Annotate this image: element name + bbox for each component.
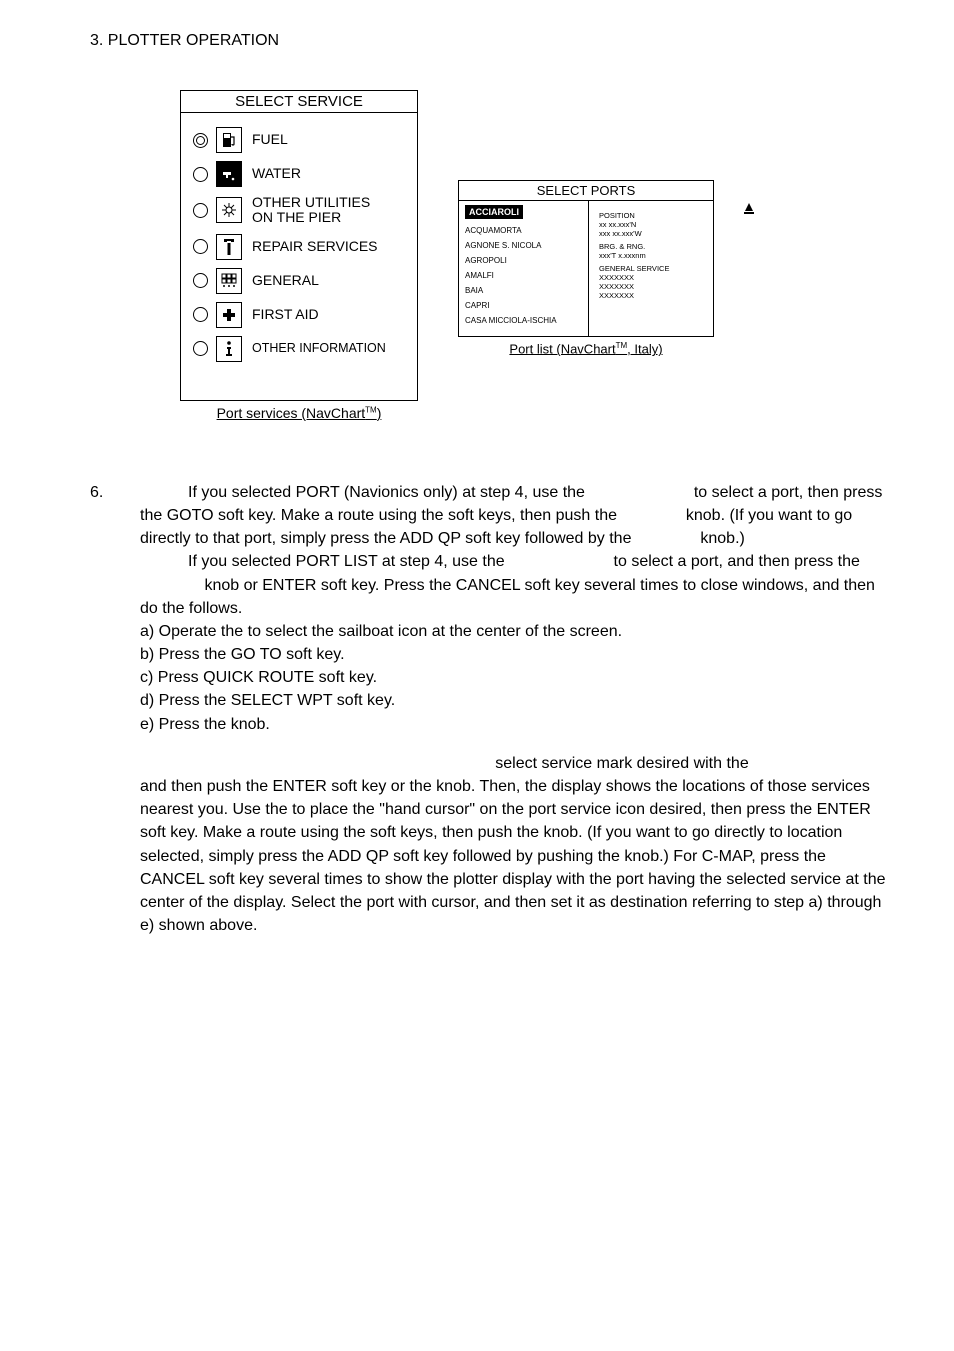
body-text: 6. If you selected PORT (Navionics only)…	[90, 481, 894, 938]
select-ports-caption: Port list (NavChartTM, Italy)	[458, 341, 714, 356]
text: select service mark desired with the	[495, 755, 748, 772]
port-item-selected[interactable]: ACCIAROLI	[465, 205, 523, 219]
text: knob.)	[696, 530, 745, 547]
port-item[interactable]: BAIA	[465, 283, 582, 298]
service-label: REPAIR SERVICES	[252, 239, 378, 254]
service-row-fuel[interactable]: FUEL	[193, 127, 405, 153]
service-header: GENERAL SERVICE	[599, 264, 707, 273]
brg-line: xxx'T x.xxxnm	[599, 251, 707, 260]
radio-icon	[193, 341, 208, 356]
port-item[interactable]: AMALFI	[465, 268, 582, 283]
port-item[interactable]: CAPRI	[465, 298, 582, 313]
info-icon	[216, 336, 242, 362]
select-service-figure: SELECT SERVICE FUEL WATE	[180, 90, 418, 421]
service-label: FIRST AID	[252, 307, 319, 322]
substep-e: e) Press the knob.	[140, 713, 894, 736]
service-row-utilities[interactable]: OTHER UTILITIES ON THE PIER	[193, 195, 405, 226]
service-label: WATER	[252, 166, 301, 181]
service-line: XXXXXXX	[599, 273, 707, 282]
brg-header: BRG. & RNG.	[599, 242, 707, 251]
text: If you selected PORT LIST at step 4, use…	[188, 553, 509, 570]
ports-list: ACCIAROLI ACQUAMORTA AGNONE S. NICOLA AG…	[459, 201, 589, 336]
substep-b: b) Press the GO TO soft key.	[140, 643, 894, 666]
service-row-repair[interactable]: REPAIR SERVICES	[193, 234, 405, 260]
port-item[interactable]: AGROPOLI	[465, 253, 582, 268]
radio-selected-icon	[193, 133, 208, 148]
port-item[interactable]: AGNONE S. NICOLA	[465, 238, 582, 253]
substep-c: c) Press QUICK ROUTE soft key.	[140, 666, 894, 689]
service-row-water[interactable]: WATER	[193, 161, 405, 187]
service-row-other-info[interactable]: OTHER INFORMATION	[193, 336, 405, 362]
service-label: OTHER UTILITIES ON THE PIER	[252, 195, 370, 226]
select-service-title: SELECT SERVICE	[181, 91, 417, 113]
radio-icon	[193, 273, 208, 288]
service-line: XXXXXXX	[599, 282, 707, 291]
ports-info: POSITION xx xx.xxx'N xxx xx.xxx'W BRG. &…	[589, 201, 713, 336]
position-line: xxx xx.xxx'W	[599, 229, 707, 238]
fuel-pump-icon	[216, 127, 242, 153]
service-label: GENERAL	[252, 273, 319, 288]
step-number: 6.	[90, 481, 140, 551]
sailboat-icon	[742, 202, 756, 216]
step-6: 6. If you selected PORT (Navionics only)…	[90, 481, 894, 551]
service-line: XXXXXXX	[599, 291, 707, 300]
port-item[interactable]: ACQUAMORTA	[465, 223, 582, 238]
radio-icon	[193, 307, 208, 322]
text: knob or ENTER soft key. Press the CANCEL…	[140, 577, 875, 617]
water-tap-icon	[216, 161, 242, 187]
grid-icon	[216, 268, 242, 294]
select-ports-figure: SELECT PORTS ACCIAROLI ACQUAMORTA AGNONE…	[458, 180, 714, 356]
service-label: OTHER INFORMATION	[252, 342, 386, 356]
text: and then push the ENTER soft key or the …	[140, 778, 886, 934]
radio-icon	[193, 203, 208, 218]
service-row-firstaid[interactable]: FIRST AID	[193, 302, 405, 328]
radio-icon	[193, 167, 208, 182]
radio-icon	[193, 239, 208, 254]
select-service-caption: Port services (NavChartTM)	[180, 405, 418, 421]
position-line: xx xx.xxx'N	[599, 220, 707, 229]
select-service-panel: SELECT SERVICE FUEL WATE	[180, 90, 418, 401]
service-label: FUEL	[252, 132, 288, 147]
figures-row: SELECT SERVICE FUEL WATE	[180, 90, 894, 421]
substep-d: d) Press the SELECT WPT soft key.	[140, 689, 894, 712]
text: If you selected PORT (Navionics only) at…	[188, 484, 589, 501]
service-row-general[interactable]: GENERAL	[193, 268, 405, 294]
port-item[interactable]: CASA MICCIOLA-ISCHIA	[465, 313, 582, 328]
first-aid-cross-icon	[216, 302, 242, 328]
text: to select a port, and then press the	[609, 553, 860, 570]
select-ports-title: SELECT PORTS	[459, 181, 713, 201]
substep-a: a) Operate the to select the sailboat ic…	[140, 620, 894, 643]
select-ports-panel: SELECT PORTS ACCIAROLI ACQUAMORTA AGNONE…	[458, 180, 714, 337]
position-header: POSITION	[599, 211, 707, 220]
page-header: 3. PLOTTER OPERATION	[90, 32, 894, 50]
utilities-icon	[216, 197, 242, 223]
wrench-icon	[216, 234, 242, 260]
